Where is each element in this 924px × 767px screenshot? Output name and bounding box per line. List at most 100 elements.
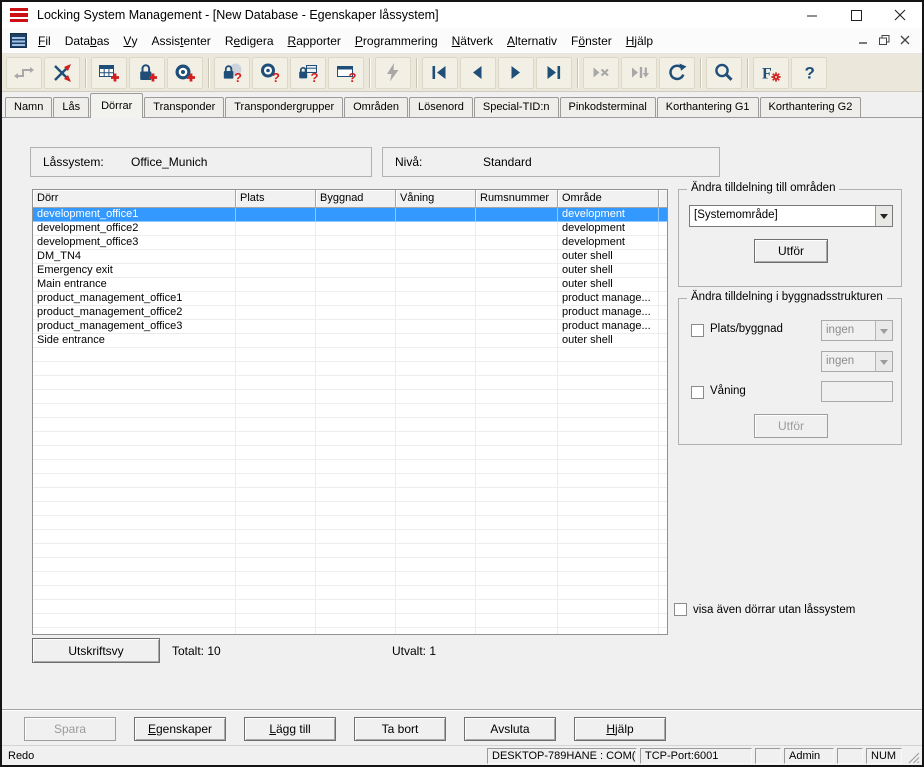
nav-first-button[interactable] [422,57,458,89]
tab-korthantering-g1[interactable]: Korthantering G1 [657,97,759,117]
tab-dorrar[interactable]: Dörrar [90,93,143,118]
table-row-product-management-office3[interactable]: product_management_office3product manage… [33,320,667,334]
read-lock-button[interactable]: ? [214,57,250,89]
read-transponder-button[interactable]: ? [252,57,288,89]
cell-empty [33,460,236,474]
cell-empty [476,502,558,516]
menu-vy[interactable]: Vy [116,28,144,53]
nav-next-button[interactable] [498,57,534,89]
column-header-vaning[interactable]: Våning [396,190,476,208]
tab-transponder[interactable]: Transponder [144,97,224,117]
help-button[interactable]: Hjälp [574,717,666,741]
menu-rapporter[interactable]: Rapporter [281,28,348,53]
cell-plats [236,236,316,250]
skip-insert-button[interactable] [621,57,657,89]
column-header-plats[interactable]: Plats [236,190,316,208]
menu-hjalp[interactable]: Hjälp [619,28,660,53]
tab-las[interactable]: Lås [53,97,89,117]
floor-checkbox[interactable] [691,386,704,399]
cell-byggnad [316,320,396,334]
menu-natverk[interactable]: Nätverk [445,28,500,53]
read-window-button[interactable]: ? [328,57,364,89]
new-lock-button[interactable] [129,57,165,89]
program-button[interactable] [375,57,411,89]
menu-programmering[interactable]: Programmering [348,28,445,53]
print-view-button[interactable]: Utskriftsvy [32,638,160,663]
area-execute-button[interactable]: Utför [754,239,828,263]
place-building-checkbox[interactable] [691,324,704,337]
table-row-main-entrance[interactable]: Main entranceouter shell [33,278,667,292]
floor-input[interactable] [821,381,893,402]
building-execute-button[interactable]: Utför [754,414,828,438]
cell-empty [396,446,476,460]
cell-vaning [396,222,476,236]
door-table[interactable]: DörrPlatsByggnadVåningRumsnummerOmråde d… [32,189,668,635]
table-row-development-office3[interactable]: development_office3development [33,236,667,250]
table-row-product-management-office1[interactable]: product_management_office1product manage… [33,292,667,306]
tab-pinkodsterminal[interactable]: Pinkodsterminal [560,97,656,117]
cell-dorr: product_management_office3 [33,320,236,334]
column-header-omrade[interactable]: Område [558,190,659,208]
tab-omraden[interactable]: Områden [344,97,408,117]
maximize-button[interactable] [834,2,878,28]
cell-rumsnummer [476,208,558,222]
column-header-rumsnummer[interactable]: Rumsnummer [476,190,558,208]
search-button[interactable] [706,57,742,89]
menu-redigera[interactable]: Redigera [218,28,281,53]
properties-button[interactable]: Egenskaper [134,717,226,741]
read-lock-card-button[interactable]: ? [290,57,326,89]
table-row-dm-tn4[interactable]: DM_TN4outer shell [33,250,667,264]
minimize-button[interactable] [790,2,834,28]
tab-korthantering-g2[interactable]: Korthantering G2 [760,97,862,117]
area-combobox-value: [Systemområde] [690,206,875,226]
table-row-development-office1[interactable]: development_office1development [33,208,667,222]
save-button[interactable]: Spara [24,717,116,741]
status-bar: Redo DESKTOP-789HANE : COM(*)TCP-Port:60… [2,745,922,765]
sync-arrows-button[interactable] [6,57,42,89]
exit-button[interactable]: Avsluta [464,717,556,741]
remove-button[interactable]: Ta bort [354,717,446,741]
column-header-byggnad[interactable]: Byggnad [316,190,396,208]
show-all-doors-checkbox[interactable] [674,603,687,616]
building-combobox[interactable]: ingen [821,351,893,372]
crossed-arrows-button[interactable] [44,57,80,89]
refresh-button[interactable] [659,57,695,89]
chevron-down-icon[interactable] [875,206,892,226]
menu-fil[interactable]: Fil [31,28,58,53]
table-row-product-management-office2[interactable]: product_management_office2product manage… [33,306,667,320]
mdi-close-button[interactable] [900,34,910,48]
add-button[interactable]: Lägg till [244,717,336,741]
skip-delete-button[interactable] [583,57,619,89]
table-row-emergency-exit[interactable]: Emergency exitouter shell [33,264,667,278]
menu-assistenter[interactable]: Assistenter [144,28,217,53]
resize-grip-icon[interactable] [904,748,920,764]
place-combobox[interactable]: ingen [821,320,893,341]
cell-empty [396,502,476,516]
menu-databas[interactable]: Databas [58,28,117,53]
menu-fonster[interactable]: Fönster [564,28,619,53]
mdi-minimize-button[interactable] [858,34,869,48]
tab-namn[interactable]: Namn [5,97,52,117]
new-transponder-button[interactable] [167,57,203,89]
table-row-side-entrance[interactable]: Side entranceouter shell [33,334,667,348]
cell-empty [476,432,558,446]
nav-last-button[interactable] [536,57,572,89]
filter-settings-button[interactable]: F [753,57,789,89]
mdi-document-icon[interactable] [10,33,27,48]
area-combobox[interactable]: [Systemområde] [689,205,893,227]
cell-vaning [396,208,476,222]
help-button[interactable]: ? [791,57,827,89]
column-header-dorr[interactable]: Dörr [33,190,236,208]
read-transponder-icon: ? [258,61,282,85]
tab-losenord[interactable]: Lösenord [409,97,473,117]
cell-dorr: product_management_office1 [33,292,236,306]
cell-filler [659,348,667,362]
new-locking-system-button[interactable] [91,57,127,89]
menu-alternativ[interactable]: Alternativ [500,28,564,53]
table-row-development-office2[interactable]: development_office2development [33,222,667,236]
mdi-restore-button[interactable] [879,34,890,48]
tab-transpondergrupper[interactable]: Transpondergrupper [225,97,343,117]
close-button[interactable] [878,2,922,28]
tab-special-tid-n[interactable]: Special-TID:n [474,97,559,117]
nav-prev-button[interactable] [460,57,496,89]
